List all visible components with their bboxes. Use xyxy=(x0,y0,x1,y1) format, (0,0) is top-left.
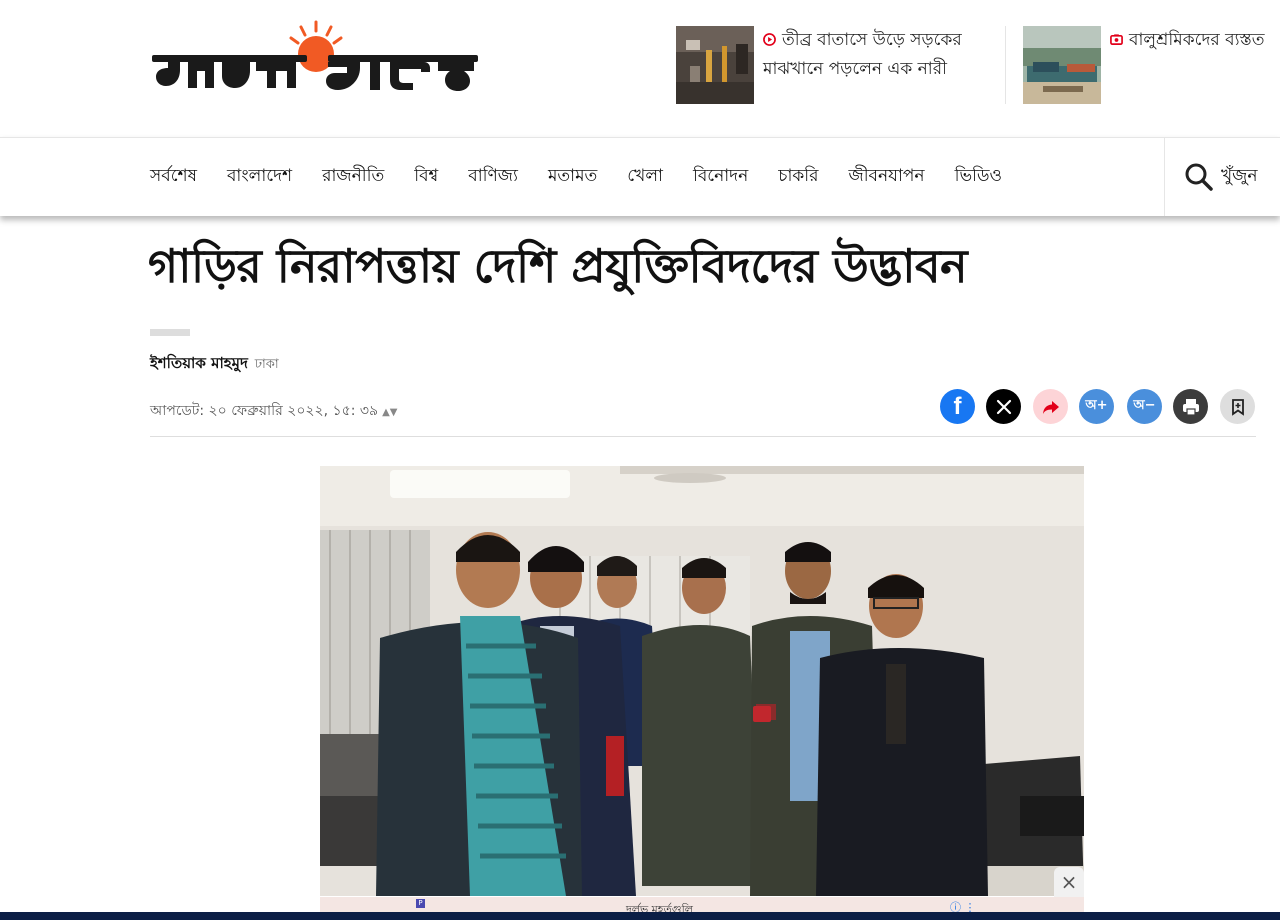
headline-text[interactable]: তীব্র বাতাসে উড়ে সড়কের মাঝখানে পড়লেন … xyxy=(763,30,962,79)
search-label: খুঁজুন xyxy=(1221,166,1258,186)
search-icon xyxy=(1185,163,1213,191)
headline-separator xyxy=(1005,26,1006,104)
nav-item-world[interactable]: বিশ্ব xyxy=(414,163,438,191)
x-icon xyxy=(996,399,1011,414)
byline: ইশতিয়াক মাহমুদ ঢাকা xyxy=(150,352,279,377)
ad-banner[interactable]: P দুর্লভ মুহূর্তগুলি ⓘ ⋮ xyxy=(320,897,1084,912)
author-location: ঢাকা xyxy=(254,357,279,372)
nav-item-business[interactable]: বাণিজ্য xyxy=(468,163,518,191)
nav-item-bangladesh[interactable]: বাংলাদেশ xyxy=(227,163,292,191)
nav-item-latest[interactable]: সর্বশেষ xyxy=(150,163,197,191)
bookmark-button[interactable] xyxy=(1220,389,1255,424)
top-headline-2[interactable]: বালুশ্রমিকদের ব্যস্তত xyxy=(1023,26,1280,104)
section-menu: সর্বশেষ বাংলাদেশ রাজনীতি বিশ্ব বাণিজ্য ম… xyxy=(150,138,1032,216)
author-name[interactable]: ইশতিয়াক মাহমুদ xyxy=(150,354,248,372)
close-icon: × xyxy=(1060,870,1078,894)
facebook-icon: f xyxy=(953,392,962,420)
header-divider xyxy=(150,436,1256,437)
headline-thumbnail[interactable] xyxy=(676,26,754,104)
bookmark-icon xyxy=(1231,398,1244,416)
font-increase-button[interactable]: অ+ xyxy=(1079,389,1114,424)
main-navigation: সর্বশেষ বাংলাদেশ রাজনীতি বিশ্ব বাণিজ্য ম… xyxy=(0,137,1280,216)
article-title: গাড়ির নিরাপত্তায় দেশি প্রযুক্তিবিদদের … xyxy=(148,239,968,293)
article-photo[interactable] xyxy=(320,466,1084,896)
title-accent-rule xyxy=(150,329,190,336)
update-time-text: আপডেট: ২০ ফেব্রুয়ারি ২০২২, ১৫: ৩৯ xyxy=(150,403,379,419)
headline-text-wrap: তীব্র বাতাসে উড়ে সড়কের মাঝখানে পড়লেন … xyxy=(763,26,978,84)
print-button[interactable] xyxy=(1173,389,1208,424)
font-decrease-label: অ− xyxy=(1133,398,1156,413)
camera-icon xyxy=(1110,34,1123,45)
site-logo[interactable] xyxy=(148,18,488,102)
ad-text: দুর্লভ মুহূর্তগুলি xyxy=(626,903,693,912)
bottom-sticky-bar xyxy=(0,912,1280,920)
sort-toggle-icon[interactable]: ▲▼ xyxy=(382,407,397,418)
headline-thumbnail[interactable] xyxy=(1023,26,1101,104)
font-decrease-button[interactable]: অ− xyxy=(1127,389,1162,424)
ad-badge: P xyxy=(416,899,425,908)
ad-close-button[interactable]: × xyxy=(1054,867,1084,897)
nav-item-sports[interactable]: খেলা xyxy=(627,163,663,191)
video-play-icon xyxy=(763,33,776,46)
nav-item-jobs[interactable]: চাকরি xyxy=(778,163,818,191)
font-increase-label: অ+ xyxy=(1085,398,1108,413)
nav-item-politics[interactable]: রাজনীতি xyxy=(322,163,384,191)
update-time: আপডেট: ২০ ফেব্রুয়ারি ২০২২, ১৫: ৩৯ ▲▼ xyxy=(150,399,397,423)
ad-info-icon[interactable]: ⓘ ⋮ xyxy=(950,899,976,912)
top-headline-1[interactable]: তীব্র বাতাসে উড়ে সড়কের মাঝখানে পড়লেন … xyxy=(676,26,978,104)
nav-item-lifestyle[interactable]: জীবনযাপন xyxy=(848,163,924,191)
search-button[interactable]: খুঁজুন xyxy=(1164,138,1280,216)
headline-text-wrap: বালুশ্রমিকদের ব্যস্তত xyxy=(1110,26,1280,55)
headline-text[interactable]: বালুশ্রমিকদের ব্যস্তত xyxy=(1129,30,1265,50)
nav-item-opinion[interactable]: মতামত xyxy=(548,163,597,191)
print-icon xyxy=(1182,398,1199,416)
x-share-button[interactable] xyxy=(986,389,1021,424)
share-arrow-icon xyxy=(1042,400,1059,414)
nav-item-video[interactable]: ভিডিও xyxy=(955,163,1002,191)
top-header: তীব্র বাতাসে উড়ে সড়কের মাঝখানে পড়লেন … xyxy=(0,0,1280,137)
facebook-share-button[interactable]: f xyxy=(940,389,975,424)
nav-item-entertainment[interactable]: বিনোদন xyxy=(693,163,748,191)
share-button[interactable] xyxy=(1033,389,1068,424)
